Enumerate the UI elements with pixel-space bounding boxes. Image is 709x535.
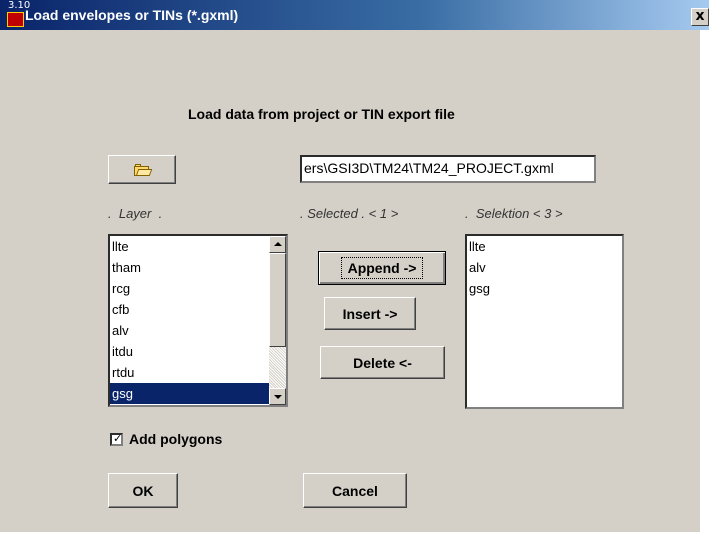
scroll-down-button[interactable] (269, 388, 286, 405)
selektion-label: . Selektion < 3 > (465, 206, 563, 221)
browse-file-button[interactable] (108, 155, 176, 184)
list-item[interactable]: rcg (110, 278, 269, 299)
ok-button-label: OK (132, 482, 154, 499)
selection-listbox[interactable]: llte alv gsg (465, 234, 624, 409)
list-item[interactable]: alv (467, 257, 622, 278)
list-item[interactable]: llte (467, 236, 622, 257)
selected-label: . Selected . < 1 > (300, 206, 399, 221)
insert-button[interactable]: Insert -> (324, 297, 416, 330)
add-polygons-checkbox[interactable]: ✓ (110, 431, 123, 446)
ok-button[interactable]: OK (108, 473, 178, 508)
checkmark-icon: ✓ (113, 431, 123, 445)
layer-items: llte tham rcg cfb alv itdu rtdu gsg (110, 236, 269, 404)
scroll-thumb[interactable] (269, 253, 286, 347)
layer-label: . Layer . (108, 206, 163, 221)
list-item[interactable]: tham (110, 257, 269, 278)
title-bar[interactable]: 3.10 Load envelopes or TINs (*.gxml) x (0, 0, 709, 30)
add-polygons-label: Add polygons (129, 431, 223, 447)
layer-listbox[interactable]: llte tham rcg cfb alv itdu rtdu gsg (108, 234, 288, 407)
folder-open-icon (133, 163, 152, 176)
list-item[interactable]: itdu (110, 341, 269, 362)
list-item[interactable]: cfb (110, 299, 269, 320)
window-title: Load envelopes or TINs (*.gxml) (25, 7, 239, 23)
add-polygons-option[interactable]: ✓ Add polygons (110, 431, 222, 447)
delete-button[interactable]: Delete <- (320, 346, 445, 379)
list-item[interactable]: rtdu (110, 362, 269, 383)
insert-button-label: Insert -> (342, 305, 398, 322)
list-item[interactable]: llte (110, 236, 269, 257)
scroll-up-button[interactable] (269, 236, 286, 253)
window-edge (700, 30, 709, 535)
append-button-label: Append -> (340, 257, 424, 279)
append-button[interactable]: Append -> (318, 251, 446, 285)
delete-button-label: Delete <- (353, 354, 412, 371)
cancel-button[interactable]: Cancel (303, 473, 407, 508)
close-button[interactable]: x (691, 8, 709, 26)
list-item[interactable]: gsg (110, 383, 269, 404)
dialog-window: 3.10 Load envelopes or TINs (*.gxml) x L… (0, 0, 709, 535)
layer-scrollbar[interactable] (269, 236, 286, 405)
arrow-up-icon (274, 242, 282, 246)
list-item[interactable]: gsg (467, 278, 622, 299)
close-icon: x (695, 8, 705, 24)
selection-items: llte alv gsg (467, 236, 622, 299)
list-item[interactable]: alv (110, 320, 269, 341)
file-path-input[interactable]: ers\GSI3D\TM24\TM24_PROJECT.gxml (300, 155, 596, 183)
cancel-button-label: Cancel (332, 482, 378, 499)
app-icon: 3.10 (7, 1, 30, 28)
dialog-heading: Load data from project or TIN export fil… (188, 106, 455, 122)
arrow-down-icon (274, 395, 282, 399)
